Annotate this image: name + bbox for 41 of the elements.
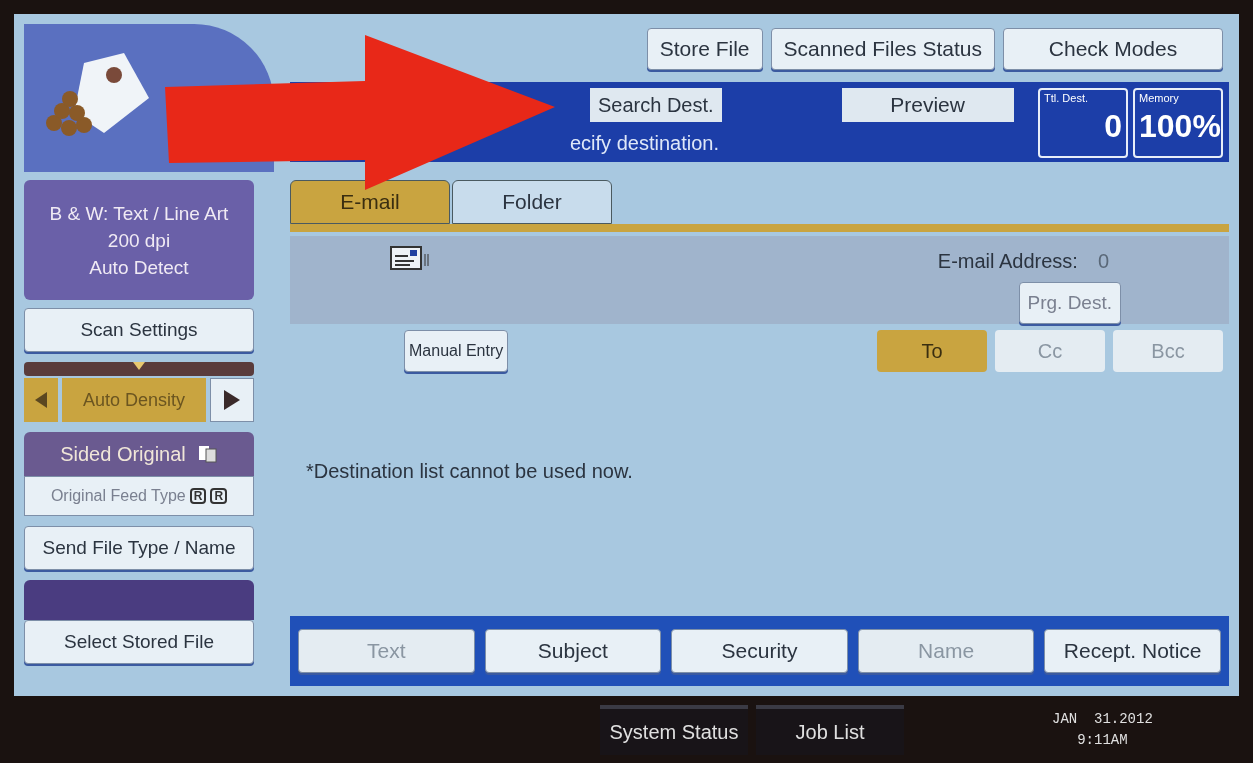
increase-button[interactable] bbox=[210, 378, 254, 422]
date-text: JAN 31.2012 bbox=[1052, 709, 1153, 729]
counter-label: Ttl. Dest. bbox=[1044, 91, 1089, 106]
sidebar-button[interactable]: Scan Settings bbox=[24, 308, 254, 352]
orientation-badge: R bbox=[210, 488, 228, 504]
time-text: 9:11AM bbox=[1077, 730, 1128, 750]
envelope-icon bbox=[390, 246, 430, 272]
original-feed-type-button[interactable]: Original Feed Type R R bbox=[24, 476, 254, 516]
footer-button[interactable]: Recept. Notice bbox=[1044, 629, 1221, 673]
top-button[interactable]: Store File bbox=[646, 28, 763, 70]
instruction-text: ecify destination. bbox=[570, 131, 719, 156]
panel-label: Sided Original bbox=[60, 442, 186, 467]
button-label: Original Feed Type bbox=[50, 486, 186, 506]
preview-button[interactable]: Preview bbox=[841, 88, 1014, 122]
top-button[interactable]: Scanned Files Status bbox=[770, 28, 995, 70]
counter-value: 0 bbox=[1103, 106, 1122, 145]
tab[interactable]: E-mail bbox=[290, 180, 450, 224]
counter-label: Memory bbox=[1139, 91, 1180, 106]
address-label: E-mail Address: bbox=[937, 249, 1078, 274]
notice-text: *Destination list cannot be used now. bbox=[306, 459, 634, 484]
scan-info-text: Auto Detect bbox=[89, 255, 189, 280]
right-arrow-icon bbox=[224, 390, 240, 410]
sidebar-button[interactable]: Send File Type / Name bbox=[24, 526, 254, 570]
status-bar-button[interactable]: System Status bbox=[600, 704, 748, 755]
left-arrow-icon bbox=[35, 392, 47, 408]
recipient-type-button[interactable]: To bbox=[877, 330, 987, 372]
program-destination-button[interactable]: Prg. Dest. bbox=[1018, 282, 1121, 324]
orientation-badge: R bbox=[189, 488, 207, 504]
status-bar-button[interactable]: Job List bbox=[756, 704, 904, 755]
decrease-button[interactable] bbox=[24, 378, 58, 422]
scan-info-text: 200 dpi bbox=[107, 228, 171, 253]
footer-button[interactable]: Security bbox=[671, 629, 848, 673]
address-count: 0 bbox=[1097, 249, 1109, 274]
scan-info-text: B & W: Text / Line Art bbox=[49, 201, 229, 226]
sidebar-button[interactable]: Select Stored File bbox=[24, 620, 254, 664]
pages-icon bbox=[197, 445, 218, 463]
footer-button[interactable]: Subject bbox=[484, 629, 662, 673]
top-button[interactable]: Check Modes bbox=[1003, 28, 1223, 70]
manual-entry-button[interactable]: Manual Entry bbox=[404, 330, 509, 372]
search-destination-button[interactable]: Search Dest. bbox=[590, 88, 722, 122]
tab[interactable]: Folder bbox=[452, 180, 612, 224]
